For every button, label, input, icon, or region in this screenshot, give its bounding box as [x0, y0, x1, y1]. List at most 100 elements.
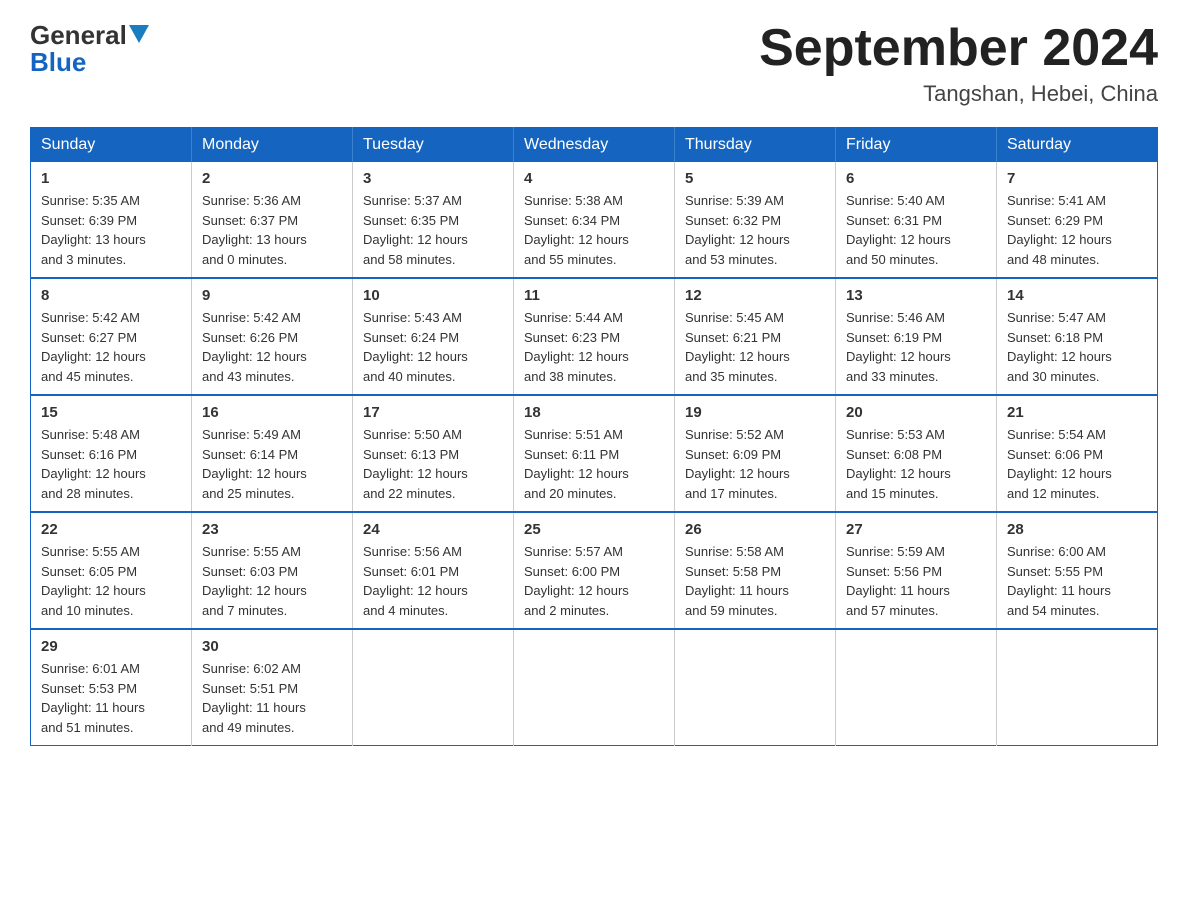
day-info: Sunrise: 5:44 AM Sunset: 6:23 PM Dayligh… — [524, 308, 664, 386]
day-number: 17 — [363, 404, 503, 421]
day-info: Sunrise: 5:47 AM Sunset: 6:18 PM Dayligh… — [1007, 308, 1147, 386]
table-row: 16 Sunrise: 5:49 AM Sunset: 6:14 PM Dayli… — [192, 395, 353, 512]
table-row: 21Sunrise: 5:54 AM Sunset: 6:06 PM Dayli… — [997, 395, 1158, 512]
table-row: 17 Sunrise: 5:50 AM Sunset: 6:13 PM Dayli… — [353, 395, 514, 512]
table-row: 12 Sunrise: 5:45 AM Sunset: 6:21 PM Dayli… — [675, 278, 836, 395]
day-number: 27 — [846, 521, 986, 538]
table-row: 3 Sunrise: 5:37 AM Sunset: 6:35 PM Daylig… — [353, 162, 514, 278]
table-row: 10 Sunrise: 5:43 AM Sunset: 6:24 PM Dayli… — [353, 278, 514, 395]
day-number: 12 — [685, 287, 825, 304]
header-monday: Monday — [192, 128, 353, 163]
day-info: Sunrise: 5:56 AM Sunset: 6:01 PM Dayligh… — [363, 542, 503, 620]
day-number: 25 — [524, 521, 664, 538]
day-info: Sunrise: 5:43 AM Sunset: 6:24 PM Dayligh… — [363, 308, 503, 386]
table-row: 28Sunrise: 6:00 AM Sunset: 5:55 PM Dayli… — [997, 512, 1158, 629]
logo-triangle-icon — [129, 25, 149, 43]
calendar-title: September 2024 — [759, 20, 1158, 77]
day-number: 15 — [41, 404, 181, 421]
day-info: Sunrise: 5:40 AM Sunset: 6:31 PM Dayligh… — [846, 191, 986, 269]
table-row: 6 Sunrise: 5:40 AM Sunset: 6:31 PM Daylig… — [836, 162, 997, 278]
day-number: 20 — [846, 404, 986, 421]
table-row: 4Sunrise: 5:38 AM Sunset: 6:34 PM Daylig… — [514, 162, 675, 278]
table-row: 9 Sunrise: 5:42 AM Sunset: 6:26 PM Daylig… — [192, 278, 353, 395]
day-number: 9 — [202, 287, 342, 304]
week-row-2: 8 Sunrise: 5:42 AM Sunset: 6:27 PM Daylig… — [31, 278, 1158, 395]
day-info: Sunrise: 5:45 AM Sunset: 6:21 PM Dayligh… — [685, 308, 825, 386]
day-info: Sunrise: 5:38 AM Sunset: 6:34 PM Dayligh… — [524, 191, 664, 269]
day-number: 3 — [363, 170, 503, 187]
week-row-4: 22 Sunrise: 5:55 AM Sunset: 6:05 PM Dayli… — [31, 512, 1158, 629]
week-row-3: 15 Sunrise: 5:48 AM Sunset: 6:16 PM Dayli… — [31, 395, 1158, 512]
day-number: 13 — [846, 287, 986, 304]
table-row: 29 Sunrise: 6:01 AM Sunset: 5:53 PM Dayli… — [31, 629, 192, 746]
table-row: 30Sunrise: 6:02 AM Sunset: 5:51 PM Dayli… — [192, 629, 353, 746]
day-info: Sunrise: 5:51 AM Sunset: 6:11 PM Dayligh… — [524, 425, 664, 503]
day-number: 10 — [363, 287, 503, 304]
day-info: Sunrise: 5:46 AM Sunset: 6:19 PM Dayligh… — [846, 308, 986, 386]
day-info: Sunrise: 5:57 AM Sunset: 6:00 PM Dayligh… — [524, 542, 664, 620]
day-number: 1 — [41, 170, 181, 187]
day-info: Sunrise: 6:02 AM Sunset: 5:51 PM Dayligh… — [202, 659, 342, 737]
day-info: Sunrise: 5:58 AM Sunset: 5:58 PM Dayligh… — [685, 542, 825, 620]
header-wednesday: Wednesday — [514, 128, 675, 163]
day-info: Sunrise: 5:37 AM Sunset: 6:35 PM Dayligh… — [363, 191, 503, 269]
day-info: Sunrise: 5:49 AM Sunset: 6:14 PM Dayligh… — [202, 425, 342, 503]
day-number: 26 — [685, 521, 825, 538]
day-info: Sunrise: 5:36 AM Sunset: 6:37 PM Dayligh… — [202, 191, 342, 269]
table-row: 8 Sunrise: 5:42 AM Sunset: 6:27 PM Daylig… — [31, 278, 192, 395]
day-info: Sunrise: 5:52 AM Sunset: 6:09 PM Dayligh… — [685, 425, 825, 503]
day-info: Sunrise: 5:35 AM Sunset: 6:39 PM Dayligh… — [41, 191, 181, 269]
week-row-1: 1 Sunrise: 5:35 AM Sunset: 6:39 PM Daylig… — [31, 162, 1158, 278]
table-row: 27 Sunrise: 5:59 AM Sunset: 5:56 PM Dayli… — [836, 512, 997, 629]
day-number: 29 — [41, 638, 181, 655]
table-row — [836, 629, 997, 746]
day-info: Sunrise: 6:01 AM Sunset: 5:53 PM Dayligh… — [41, 659, 181, 737]
day-info: Sunrise: 5:42 AM Sunset: 6:26 PM Dayligh… — [202, 308, 342, 386]
table-row: 2 Sunrise: 5:36 AM Sunset: 6:37 PM Daylig… — [192, 162, 353, 278]
day-number: 22 — [41, 521, 181, 538]
day-info: Sunrise: 5:55 AM Sunset: 6:03 PM Dayligh… — [202, 542, 342, 620]
day-info: Sunrise: 6:00 AM Sunset: 5:55 PM Dayligh… — [1007, 542, 1147, 620]
table-row — [675, 629, 836, 746]
table-row: 15 Sunrise: 5:48 AM Sunset: 6:16 PM Dayli… — [31, 395, 192, 512]
table-row: 26 Sunrise: 5:58 AM Sunset: 5:58 PM Dayli… — [675, 512, 836, 629]
header-saturday: Saturday — [997, 128, 1158, 163]
calendar-subtitle: Tangshan, Hebei, China — [759, 81, 1158, 107]
week-row-5: 29 Sunrise: 6:01 AM Sunset: 5:53 PM Dayli… — [31, 629, 1158, 746]
day-number: 14 — [1007, 287, 1147, 304]
table-row: 19Sunrise: 5:52 AM Sunset: 6:09 PM Dayli… — [675, 395, 836, 512]
day-info: Sunrise: 5:39 AM Sunset: 6:32 PM Dayligh… — [685, 191, 825, 269]
day-number: 7 — [1007, 170, 1147, 187]
day-number: 8 — [41, 287, 181, 304]
day-number: 6 — [846, 170, 986, 187]
page-header: General Blue September 2024 Tangshan, He… — [30, 20, 1158, 107]
day-info: Sunrise: 5:55 AM Sunset: 6:05 PM Dayligh… — [41, 542, 181, 620]
day-info: Sunrise: 5:42 AM Sunset: 6:27 PM Dayligh… — [41, 308, 181, 386]
table-row: 22 Sunrise: 5:55 AM Sunset: 6:05 PM Dayli… — [31, 512, 192, 629]
day-info: Sunrise: 5:53 AM Sunset: 6:08 PM Dayligh… — [846, 425, 986, 503]
table-row — [514, 629, 675, 746]
day-info: Sunrise: 5:50 AM Sunset: 6:13 PM Dayligh… — [363, 425, 503, 503]
day-number: 18 — [524, 404, 664, 421]
day-number: 2 — [202, 170, 342, 187]
table-row: 25 Sunrise: 5:57 AM Sunset: 6:00 PM Dayli… — [514, 512, 675, 629]
day-info: Sunrise: 5:59 AM Sunset: 5:56 PM Dayligh… — [846, 542, 986, 620]
table-row: 14 Sunrise: 5:47 AM Sunset: 6:18 PM Dayli… — [997, 278, 1158, 395]
day-info: Sunrise: 5:48 AM Sunset: 6:16 PM Dayligh… — [41, 425, 181, 503]
table-row: 13 Sunrise: 5:46 AM Sunset: 6:19 PM Dayli… — [836, 278, 997, 395]
logo: General Blue — [30, 20, 149, 78]
header-friday: Friday — [836, 128, 997, 163]
table-row: 11 Sunrise: 5:44 AM Sunset: 6:23 PM Dayli… — [514, 278, 675, 395]
day-info: Sunrise: 5:41 AM Sunset: 6:29 PM Dayligh… — [1007, 191, 1147, 269]
day-number: 5 — [685, 170, 825, 187]
table-row — [997, 629, 1158, 746]
title-block: September 2024 Tangshan, Hebei, China — [759, 20, 1158, 107]
day-number: 11 — [524, 287, 664, 304]
weekday-header-row: Sunday Monday Tuesday Wednesday Thursday… — [31, 128, 1158, 163]
header-tuesday: Tuesday — [353, 128, 514, 163]
table-row: 18 Sunrise: 5:51 AM Sunset: 6:11 PM Dayli… — [514, 395, 675, 512]
day-number: 24 — [363, 521, 503, 538]
table-row: 5 Sunrise: 5:39 AM Sunset: 6:32 PM Daylig… — [675, 162, 836, 278]
day-number: 16 — [202, 404, 342, 421]
table-row: 7 Sunrise: 5:41 AM Sunset: 6:29 PM Daylig… — [997, 162, 1158, 278]
